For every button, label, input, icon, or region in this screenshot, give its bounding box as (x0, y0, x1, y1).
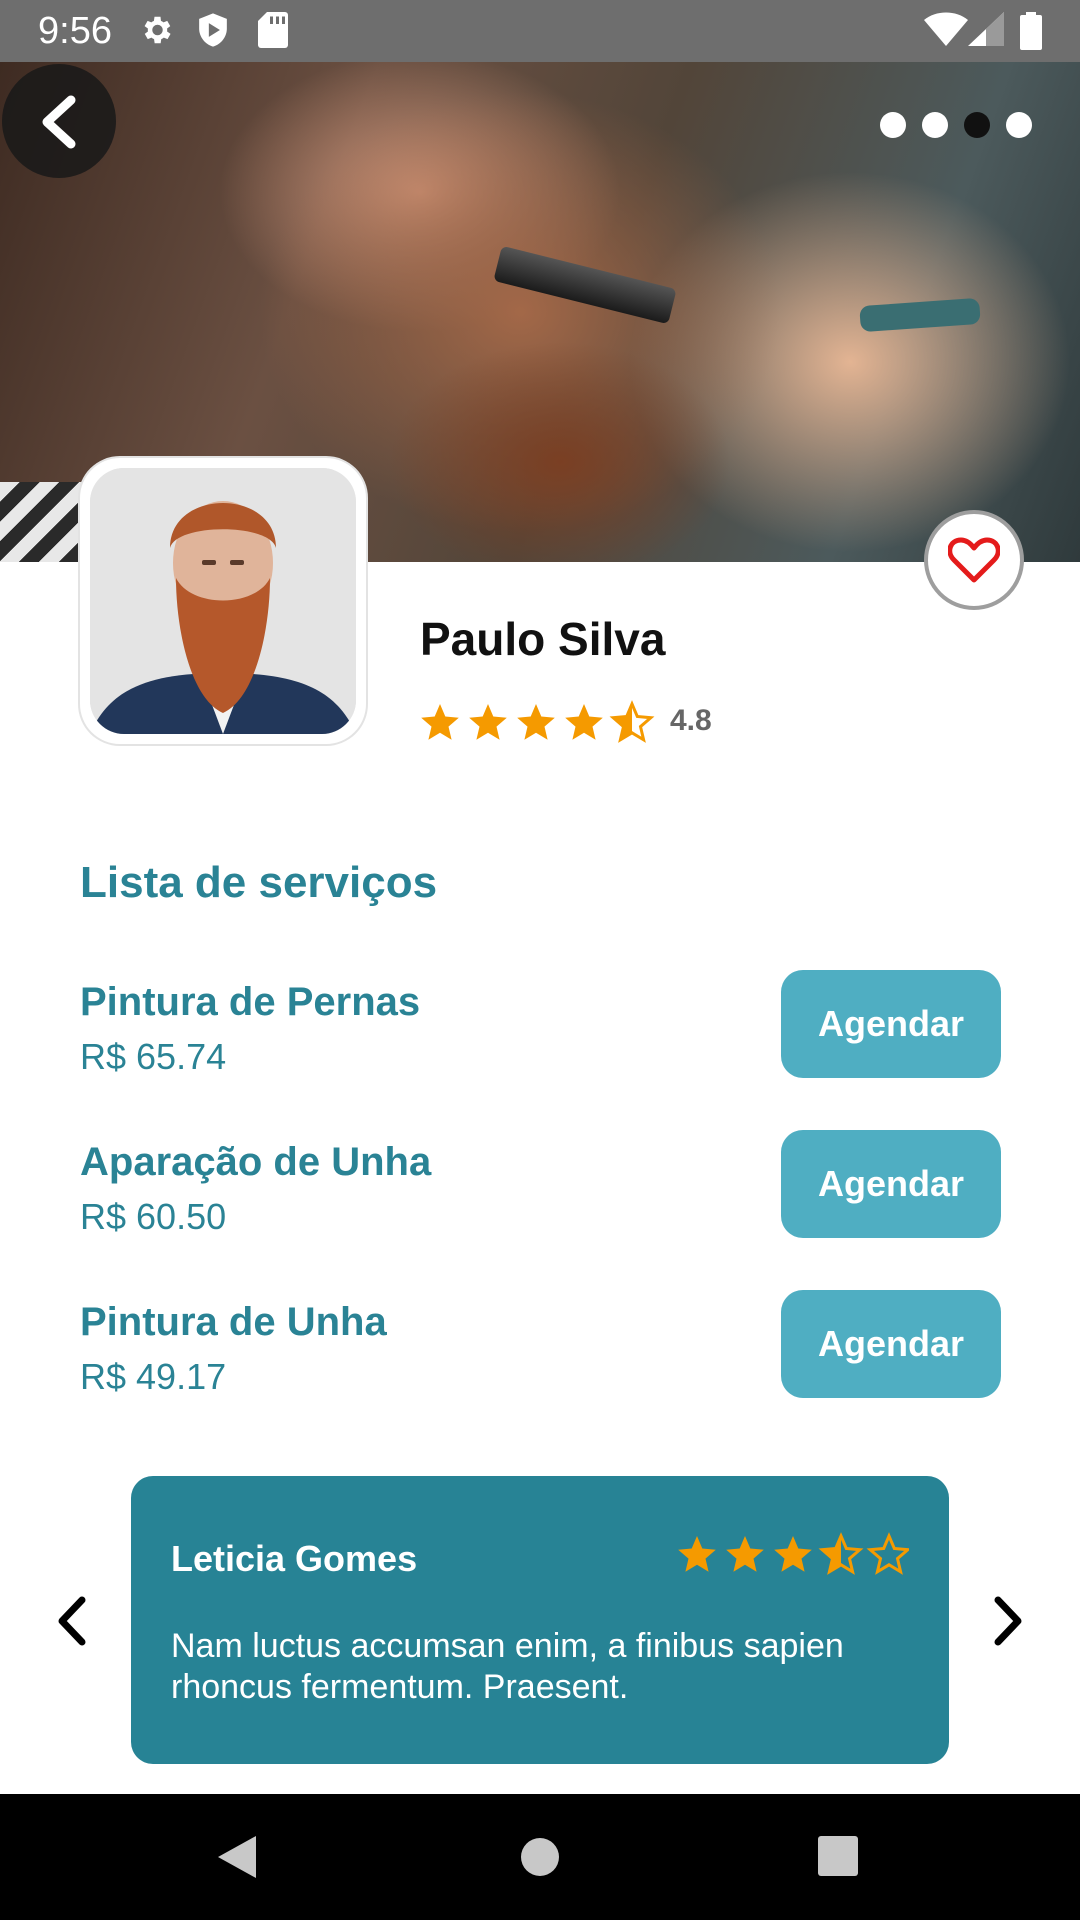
status-bar: 9:56 (0, 0, 1080, 62)
home-circle-icon[interactable] (519, 1836, 561, 1878)
carousel-dot[interactable] (922, 112, 948, 138)
recents-square-icon[interactable] (818, 1836, 858, 1876)
review-card: Leticia Gomes Nam luctus accumsan enim, … (131, 1476, 949, 1764)
chevron-left-icon (42, 95, 76, 149)
review-text: Nam luctus accumsan enim, a finibus sapi… (171, 1627, 844, 1706)
avatar (90, 468, 356, 734)
service-price: R$ 65.74 (80, 1036, 227, 1077)
star-full-icon (726, 1536, 764, 1572)
rating-value: 4.8 (670, 704, 712, 737)
book-button[interactable]: Agendar (781, 1130, 1001, 1238)
carousel-dot-active[interactable] (964, 112, 990, 138)
service-price: R$ 49.17 (80, 1356, 227, 1397)
star-full-icon (678, 1536, 716, 1572)
back-button[interactable] (2, 64, 116, 178)
star-full-icon (469, 704, 507, 740)
star-half-icon (611, 702, 653, 742)
book-button[interactable]: Agendar (781, 970, 1001, 1078)
status-time: 9:56 (38, 10, 112, 52)
heart-icon (948, 537, 1000, 583)
barber-name: Paulo Silva (420, 613, 666, 665)
back-triangle-icon[interactable] (216, 1834, 258, 1880)
carousel-dot[interactable] (1006, 112, 1032, 138)
avatar-frame (80, 458, 366, 744)
battery-icon (1020, 12, 1042, 55)
navigation-bar (0, 1794, 1080, 1920)
wifi-icon (924, 12, 968, 53)
services-title: Lista de serviços (80, 858, 438, 907)
shield-icon (196, 12, 230, 53)
star-full-icon (774, 1536, 812, 1572)
barber-pole-stripe (0, 482, 90, 562)
sd-card-icon (258, 12, 288, 53)
service-item: Aparação de Unha R$ 60.50 Agendar (80, 1130, 1020, 1250)
settings-icon (138, 12, 174, 53)
service-name: Pintura de Pernas (80, 980, 421, 1024)
star-half-icon (820, 1534, 862, 1574)
review-stars (678, 1534, 909, 1574)
carousel-dot[interactable] (880, 112, 906, 138)
rating-stars (421, 702, 653, 742)
star-full-icon (565, 704, 603, 740)
service-price: R$ 60.50 (80, 1196, 227, 1237)
service-item: Pintura de Unha R$ 49.17 Agendar (80, 1290, 1020, 1410)
service-name: Pintura de Unha (80, 1300, 387, 1344)
signal-icon (968, 12, 1004, 53)
star-full-icon (517, 704, 555, 740)
favorite-button[interactable] (924, 510, 1024, 610)
reviewer-name: Leticia Gomes (171, 1538, 418, 1579)
service-item: Pintura de Pernas R$ 65.74 Agendar (80, 970, 1020, 1090)
review-prev-arrow-icon[interactable] (54, 1596, 90, 1646)
service-name: Aparação de Unha (80, 1140, 432, 1184)
book-button[interactable]: Agendar (781, 1290, 1001, 1398)
razor-shape (493, 245, 677, 325)
star-empty-icon (868, 1534, 909, 1574)
handle-shape (859, 297, 981, 333)
star-full-icon (421, 704, 459, 740)
review-next-arrow-icon[interactable] (990, 1596, 1026, 1646)
